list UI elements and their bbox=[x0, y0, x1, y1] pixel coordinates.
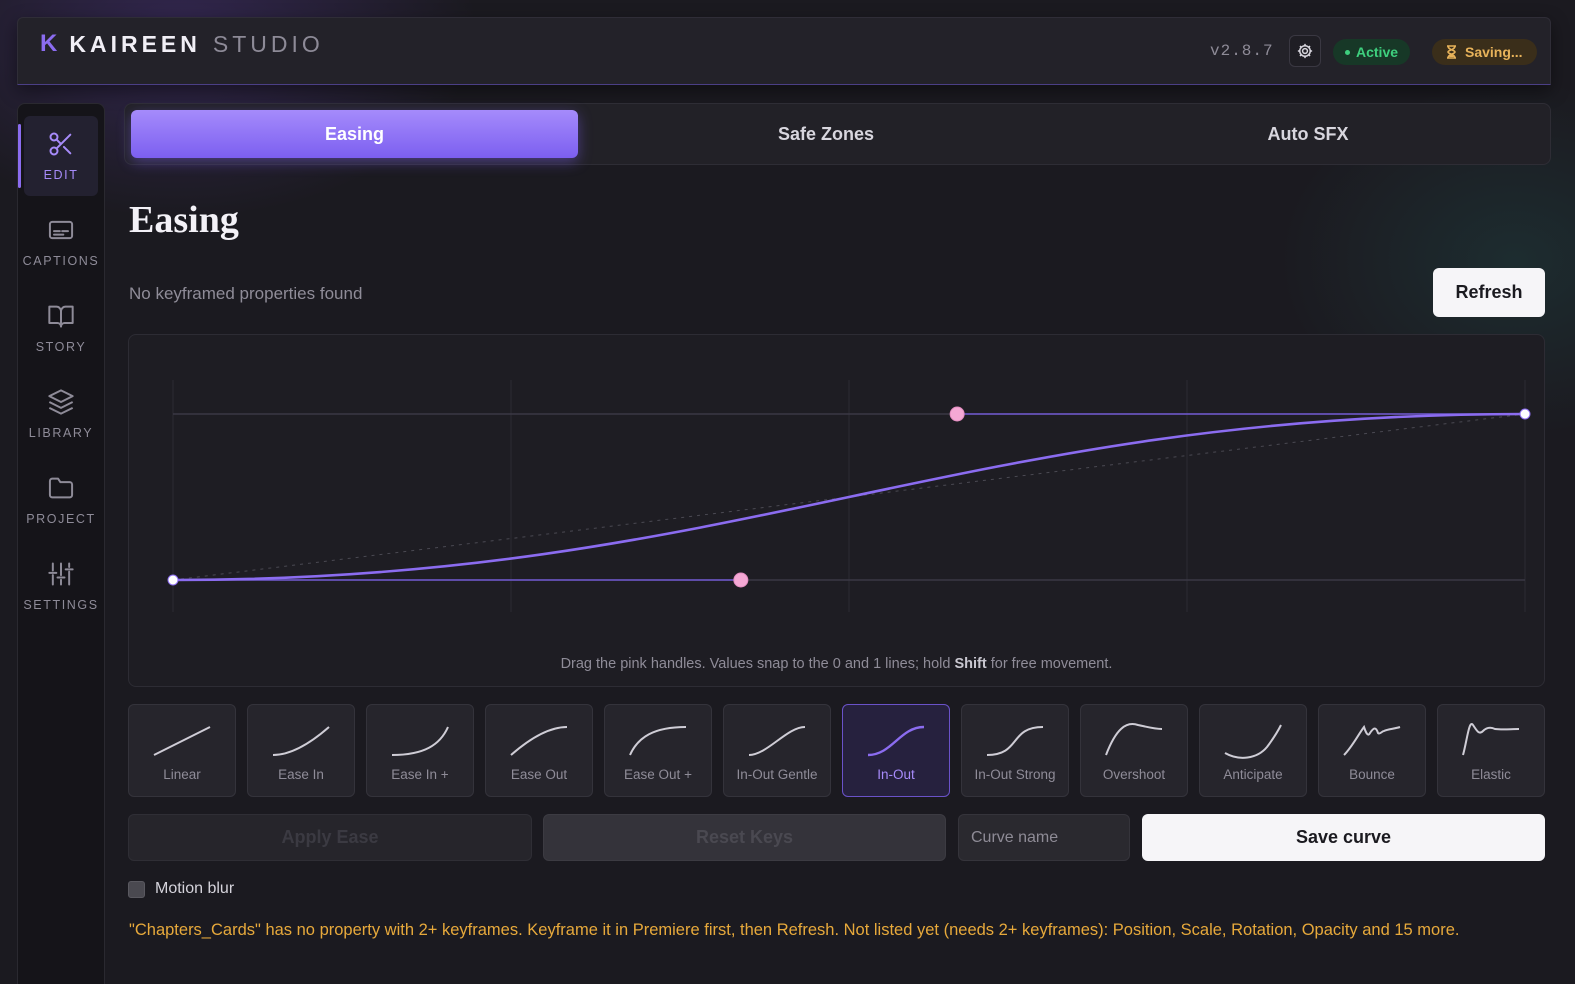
preset-elastic[interactable]: Elastic bbox=[1437, 704, 1545, 797]
ease-in-plus-curve-icon bbox=[391, 726, 449, 756]
preset-label: In-Out bbox=[877, 767, 915, 782]
preset-label: Ease In + bbox=[391, 767, 449, 782]
preset-bounce[interactable]: Bounce bbox=[1318, 704, 1426, 797]
settings-button[interactable] bbox=[1289, 35, 1321, 67]
sidebar: EDIT CAPTIONS STORY LIBRARY PROJECT SETT… bbox=[17, 103, 105, 984]
linear-curve-icon bbox=[153, 726, 211, 756]
preset-overshoot[interactable]: Overshoot bbox=[1080, 704, 1188, 797]
captions-icon bbox=[48, 220, 74, 240]
sidebar-item-project[interactable]: PROJECT bbox=[24, 460, 98, 540]
preset-label: Overshoot bbox=[1102, 767, 1166, 782]
bounce-curve-icon bbox=[1343, 724, 1401, 756]
pink-handle-1[interactable] bbox=[733, 572, 749, 588]
reset-keys-button[interactable]: Reset Keys bbox=[543, 814, 946, 861]
in-out-gentle-curve-icon bbox=[748, 726, 806, 756]
sidebar-item-story[interactable]: STORY bbox=[24, 288, 98, 368]
sidebar-item-library[interactable]: LIBRARY bbox=[24, 374, 98, 454]
version-label: v2.8.7 bbox=[1210, 42, 1274, 60]
curve-graph bbox=[167, 380, 1531, 612]
tab-safe-zones[interactable]: Safe Zones bbox=[603, 110, 1049, 158]
preset-label: Bounce bbox=[1349, 767, 1395, 782]
end-keyframe-point bbox=[1519, 408, 1531, 420]
in-out-strong-curve-icon bbox=[986, 726, 1044, 756]
preset-in-out-strong[interactable]: In-Out Strong bbox=[961, 704, 1069, 797]
brand: K KAIREEN STUDIO bbox=[40, 30, 324, 58]
hint-text-end: for free movement. bbox=[986, 656, 1113, 672]
preset-ease-out[interactable]: Ease Out bbox=[485, 704, 593, 797]
ease-out-curve-icon bbox=[510, 726, 568, 756]
sidebar-item-label: SETTINGS bbox=[23, 598, 99, 612]
save-curve-button[interactable]: Save curve bbox=[1142, 814, 1545, 861]
status-message: No keyframed properties found bbox=[129, 284, 363, 303]
preset-list: Linear Ease In Ease In + Ease Out Ease O… bbox=[128, 704, 1545, 797]
sidebar-item-edit[interactable]: EDIT bbox=[18, 116, 98, 196]
sidebar-item-label: LIBRARY bbox=[28, 426, 94, 440]
preset-label: Ease In bbox=[278, 767, 324, 782]
sidebar-item-label: PROJECT bbox=[26, 512, 96, 526]
sidebar-item-settings[interactable]: SETTINGS bbox=[23, 546, 99, 626]
book-icon bbox=[48, 305, 74, 328]
preset-ease-in[interactable]: Ease In bbox=[247, 704, 355, 797]
ease-out-plus-curve-icon bbox=[629, 726, 687, 756]
preset-in-out[interactable]: In-Out bbox=[842, 704, 950, 797]
elastic-curve-icon bbox=[1462, 722, 1520, 756]
pink-handle-2[interactable] bbox=[949, 406, 965, 422]
preset-label: In-Out Strong bbox=[974, 767, 1056, 782]
hint-key: Shift bbox=[954, 656, 987, 672]
preset-label: Ease Out + bbox=[624, 767, 692, 782]
preset-label: Elastic bbox=[1471, 767, 1511, 782]
hint-text: Drag the pink handles. Values snap to th… bbox=[560, 656, 955, 672]
preset-in-out-gentle[interactable]: In-Out Gentle bbox=[723, 704, 831, 797]
overshoot-curve-icon bbox=[1105, 723, 1163, 756]
preset-anticipate[interactable]: Anticipate bbox=[1199, 704, 1307, 797]
page-title: Easing bbox=[129, 199, 239, 241]
motion-blur-checkbox[interactable] bbox=[128, 880, 145, 898]
status-active-label: Active bbox=[1356, 44, 1399, 60]
tab-auto-sfx[interactable]: Auto SFX bbox=[1085, 110, 1531, 158]
folder-icon bbox=[48, 477, 74, 499]
preset-label: Linear bbox=[163, 767, 201, 782]
brand-name: KAIREEN bbox=[69, 30, 201, 57]
preset-label: Ease Out bbox=[510, 767, 568, 782]
preset-label: Anticipate bbox=[1223, 767, 1283, 782]
brand-suffix: STUDIO bbox=[212, 30, 324, 57]
status-badge-active: Active bbox=[1333, 39, 1411, 65]
preset-ease-out-plus[interactable]: Ease Out + bbox=[604, 704, 712, 797]
tab-bar: Easing Safe Zones Auto SFX bbox=[124, 103, 1551, 165]
in-out-curve-icon bbox=[867, 725, 925, 757]
motion-blur-option[interactable]: Motion blur bbox=[128, 880, 234, 898]
sidebar-item-label: CAPTIONS bbox=[22, 254, 100, 268]
gear-icon bbox=[1297, 43, 1313, 59]
preset-linear[interactable]: Linear bbox=[128, 704, 236, 797]
anticipate-curve-icon bbox=[1224, 724, 1282, 759]
brand-logo-icon: K bbox=[40, 30, 58, 57]
tab-easing[interactable]: Easing bbox=[131, 110, 578, 158]
keyframe-warning: "Chapters_Cards" has no property with 2+… bbox=[129, 921, 1460, 939]
top-bar: K KAIREEN STUDIO v2.8.7 Active Saving... bbox=[17, 17, 1551, 85]
status-badge-saving: Saving... bbox=[1432, 39, 1537, 65]
scissors-icon bbox=[49, 132, 72, 156]
layers-icon bbox=[48, 389, 74, 415]
motion-blur-label: Motion blur bbox=[155, 880, 235, 897]
preset-label: In-Out Gentle bbox=[736, 767, 818, 782]
curve-name-input[interactable] bbox=[958, 814, 1130, 861]
sidebar-item-label: STORY bbox=[35, 340, 87, 354]
refresh-button[interactable]: Refresh bbox=[1433, 268, 1545, 317]
curve-editor: Drag the pink handles. Values snap to th… bbox=[128, 334, 1545, 687]
start-keyframe-point bbox=[167, 574, 179, 586]
sliders-icon bbox=[48, 562, 74, 586]
sidebar-item-captions[interactable]: CAPTIONS bbox=[22, 202, 100, 282]
preset-ease-in-plus[interactable]: Ease In + bbox=[366, 704, 474, 797]
hourglass-icon bbox=[1447, 45, 1456, 59]
ease-in-curve-icon bbox=[272, 726, 330, 756]
sidebar-item-label: EDIT bbox=[43, 168, 79, 182]
status-dot-icon bbox=[1345, 49, 1350, 55]
editor-hint: Drag the pink handles. Values snap to th… bbox=[129, 656, 1544, 672]
status-saving-label: Saving... bbox=[1465, 44, 1523, 60]
apply-ease-button[interactable]: Apply Ease bbox=[128, 814, 532, 861]
